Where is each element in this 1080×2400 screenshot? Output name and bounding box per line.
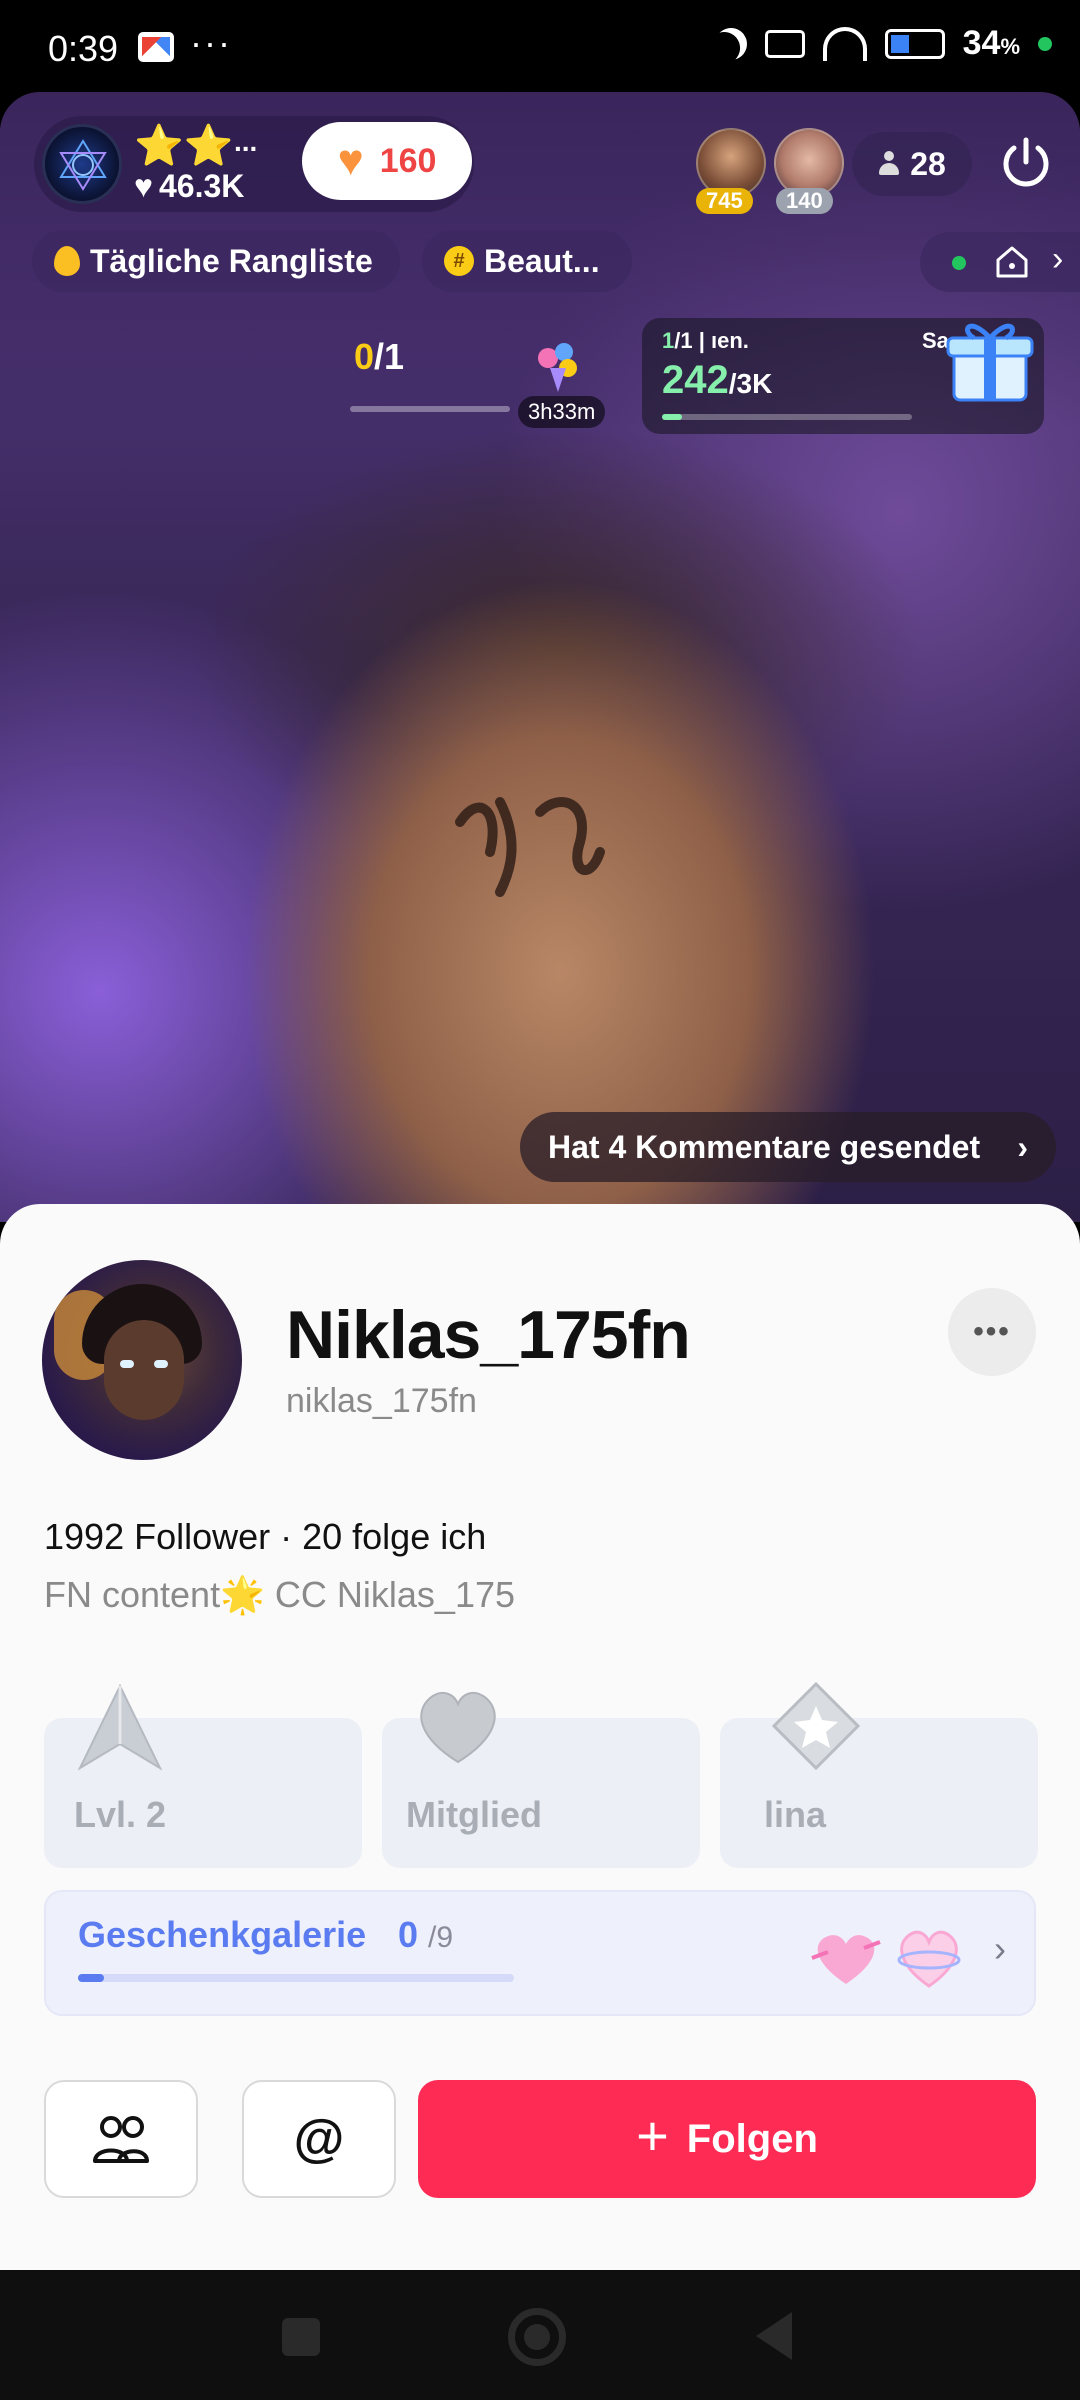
goal-progress-bar [350,406,510,412]
do-not-disturb-icon [709,22,753,66]
gallery-progress-bar [78,1974,514,1982]
wifi-icon [822,26,867,61]
profile-username: niklas_175fn [286,1382,477,1420]
star-diamond-icon [771,1682,861,1771]
gmail-icon [138,32,174,62]
heart-gift-icon [897,1930,961,1988]
heart-badge-icon [420,1691,496,1764]
chevron-right-icon: › [994,1928,1006,1969]
level-badge-card[interactable]: Lvl. 2 [44,1683,362,1868]
recent-apps-button[interactable] [282,2318,320,2356]
live-stream-video[interactable]: ⭐⭐ ... ♥ 46.3K ♥ 160 745 140 28 Tägliche … [0,92,1080,1222]
live-indicator-dot [952,256,966,270]
status-bar: 0:39 ··· 34% [0,0,1080,96]
two-people-icon [93,2116,149,2163]
friends-button[interactable] [44,2080,198,2198]
viewer-score-badge: 140 [776,188,833,214]
follower-stats[interactable]: 1992 Follower · 20 folge ich [44,1516,486,1558]
like-count: 160 [379,141,437,180]
host-likes: ♥ 46.3K [134,168,245,204]
hexagram-logo-icon [59,139,107,191]
power-icon[interactable] [996,132,1056,192]
back-button[interactable] [756,2312,792,2360]
status-time: 0:39 [48,28,119,69]
comments-toast[interactable]: Hat 4 Kommentare gesendet › [520,1112,1056,1182]
heart-icon: ♥ [134,168,153,204]
more-notifications-icon: ··· [190,22,232,63]
like-button[interactable]: ♥ 160 [302,122,472,200]
hashtag-chip[interactable]: # Beaut... [422,230,632,292]
member-badge-card[interactable]: Mitglied [382,1691,700,1868]
plus-icon: + [636,2104,669,2167]
host-name-truncated: ... [234,126,258,157]
mention-button[interactable]: @ [242,2080,396,2198]
gift-gallery[interactable]: Geschenkgalerie 0 /9 › [44,1890,1036,2016]
battery-percent: 34% [962,24,1020,62]
viewer-score-badge: 745 [696,188,753,214]
daily-ranking-chip[interactable]: Tägliche Rangliste [32,230,400,292]
gift-box-icon[interactable] [940,310,1040,410]
flame-icon [54,246,80,276]
profile-bio: FN content🌟 CC Niklas_175 [44,1574,516,1615]
hashtag-icon: # [444,246,474,276]
orange-heart-icon: ♥ [337,136,364,185]
home-button[interactable] [508,2308,566,2366]
more-options-button[interactable]: ••• [948,1288,1036,1376]
home-icon[interactable] [992,242,1032,282]
host-stars: ⭐⭐ [134,124,234,168]
forehead-drawing [455,797,605,897]
goal-timer: 3h33m [518,396,606,428]
host-avatar[interactable] [42,124,122,204]
fan-club-badge-card[interactable]: lina [720,1682,1038,1868]
gift-bouquet-icon [538,343,577,392]
chevron-right-icon[interactable]: › [1052,240,1063,279]
profile-avatar[interactable] [42,1260,242,1460]
battery-icon [884,28,945,59]
goal-progress-bar [662,414,912,420]
profile-sheet: Niklas_175fn niklas_175fn ••• 1992 Follo… [0,1204,1080,2270]
chevron-right-icon: › [1017,1128,1028,1165]
privacy-indicator-dot [1038,36,1052,51]
person-icon [878,151,900,177]
paper-plane-icon [77,1683,163,1771]
profile-display-name: Niklas_175fn [286,1297,691,1373]
heart-gift-icon [811,1935,881,1984]
no-sim-icon [764,29,805,58]
viewer-count-button[interactable]: 28 [852,132,972,196]
system-navigation-bar [0,2270,1080,2400]
follow-button[interactable]: + Folgen [418,2080,1036,2198]
